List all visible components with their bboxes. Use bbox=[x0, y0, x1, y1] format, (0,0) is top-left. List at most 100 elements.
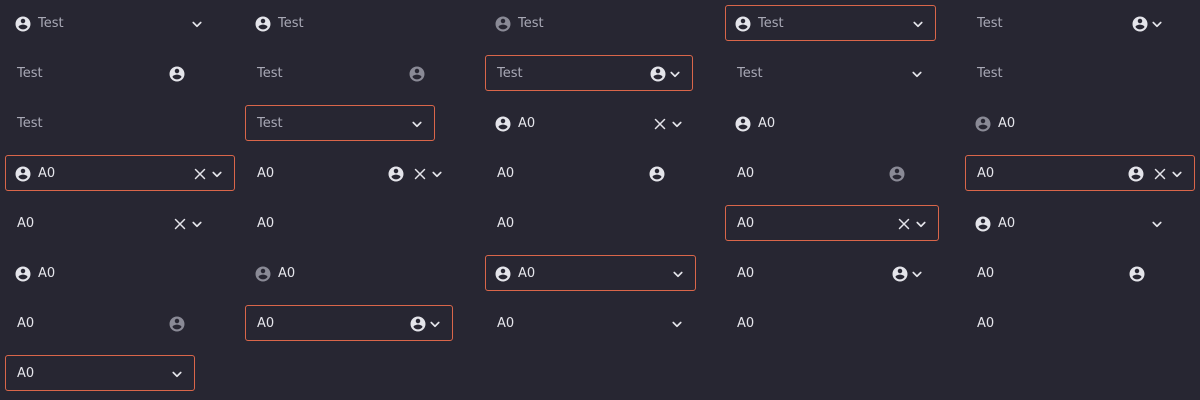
combobox-cell: A0 bbox=[480, 305, 710, 341]
combobox-placeholder: Test bbox=[737, 66, 763, 81]
close-icon[interactable] bbox=[191, 165, 209, 183]
combobox-value: A0 bbox=[998, 116, 1016, 131]
combobox-field-focused[interactable]: A0 bbox=[5, 155, 235, 191]
chevron-down-icon[interactable] bbox=[909, 15, 927, 33]
chevron-down-icon[interactable] bbox=[208, 165, 226, 183]
chevron-down-icon[interactable] bbox=[426, 315, 444, 333]
combobox-field-focused[interactable]: Test bbox=[485, 55, 693, 91]
combobox-value: A0 bbox=[497, 216, 515, 231]
chevron-down-icon[interactable] bbox=[168, 365, 186, 383]
combobox-field[interactable]: Test bbox=[5, 105, 215, 141]
combobox-placeholder: Test bbox=[257, 66, 283, 81]
combobox-field-focused[interactable]: A0 bbox=[485, 255, 696, 291]
chevron-down-icon[interactable] bbox=[188, 15, 206, 33]
combobox-value: A0 bbox=[257, 216, 275, 231]
account-circle-icon bbox=[888, 165, 906, 183]
combobox-field[interactable]: A0 bbox=[725, 305, 935, 341]
chevron-down-icon[interactable] bbox=[668, 315, 686, 333]
combobox-field[interactable]: A0 bbox=[965, 305, 1175, 341]
combobox-cell: Test bbox=[0, 55, 230, 91]
combobox-field[interactable]: A0 bbox=[965, 255, 1175, 291]
combobox-placeholder: Test bbox=[977, 66, 1003, 81]
combobox-field[interactable]: A0 bbox=[245, 255, 455, 291]
close-icon[interactable] bbox=[1151, 165, 1169, 183]
combobox-cell: A0 bbox=[480, 155, 710, 191]
combobox-placeholder: Test bbox=[17, 116, 43, 131]
combobox-value: A0 bbox=[497, 166, 515, 181]
combobox-field[interactable]: A0 bbox=[725, 155, 935, 191]
chevron-down-icon[interactable] bbox=[1148, 15, 1166, 33]
combobox-field[interactable]: Test bbox=[245, 5, 455, 41]
chevron-down-icon[interactable] bbox=[908, 265, 926, 283]
combobox-field[interactable]: Test bbox=[485, 5, 695, 41]
combobox-field[interactable]: Test bbox=[965, 55, 1175, 91]
chevron-down-icon[interactable] bbox=[912, 215, 930, 233]
combobox-value: A0 bbox=[257, 166, 275, 181]
combobox-field-focused[interactable]: Test bbox=[245, 105, 435, 141]
chevron-down-icon[interactable] bbox=[1168, 165, 1186, 183]
account-circle-icon bbox=[734, 115, 752, 133]
combobox-cell: Test bbox=[480, 5, 710, 41]
combobox-cell: A0 bbox=[720, 155, 950, 191]
combobox-cell: Test bbox=[720, 55, 950, 91]
combobox-value: A0 bbox=[758, 116, 776, 131]
combobox-field[interactable]: Test bbox=[5, 55, 215, 91]
account-circle-icon bbox=[387, 165, 405, 183]
chevron-down-icon[interactable] bbox=[669, 265, 687, 283]
combobox-cell: Test bbox=[240, 105, 470, 141]
chevron-down-icon[interactable] bbox=[408, 115, 426, 133]
combobox-field[interactable]: A0 bbox=[5, 205, 215, 241]
combobox-cell: A0 bbox=[960, 105, 1190, 141]
combobox-field-focused[interactable]: A0 bbox=[725, 205, 939, 241]
close-icon[interactable] bbox=[171, 215, 189, 233]
close-icon[interactable] bbox=[651, 115, 669, 133]
combobox-field-focused[interactable]: A0 bbox=[965, 155, 1195, 191]
combobox-cell: A0 bbox=[0, 305, 230, 341]
combobox-placeholder: Test bbox=[518, 16, 544, 31]
combobox-field[interactable]: A0 bbox=[965, 205, 1175, 241]
combobox-field-focused[interactable]: A0 bbox=[5, 355, 195, 391]
combobox-field[interactable]: A0 bbox=[485, 305, 695, 341]
combobox-value: A0 bbox=[977, 166, 995, 181]
combobox-field[interactable]: A0 bbox=[965, 105, 1175, 141]
combobox-field[interactable]: A0 bbox=[485, 105, 695, 141]
combobox-field-focused[interactable]: Test bbox=[725, 5, 936, 41]
combobox-field[interactable]: Test bbox=[5, 5, 215, 41]
account-circle-icon bbox=[168, 315, 186, 333]
combobox-field[interactable]: A0 bbox=[725, 105, 935, 141]
combobox-field[interactable]: A0 bbox=[485, 155, 695, 191]
combobox-value: A0 bbox=[17, 366, 35, 381]
combobox-field-focused[interactable]: A0 bbox=[245, 305, 453, 341]
close-icon[interactable] bbox=[411, 165, 429, 183]
chevron-down-icon[interactable] bbox=[188, 215, 206, 233]
combobox-field[interactable]: Test bbox=[725, 55, 935, 91]
combobox-cell: Test bbox=[960, 55, 1190, 91]
account-circle-icon bbox=[254, 265, 272, 283]
chevron-down-icon[interactable] bbox=[666, 65, 684, 83]
combobox-field[interactable]: A0 bbox=[245, 205, 455, 241]
account-circle-icon bbox=[14, 265, 32, 283]
account-circle-icon bbox=[974, 115, 992, 133]
combobox-value: A0 bbox=[497, 316, 515, 331]
combobox-value: A0 bbox=[38, 166, 56, 181]
combobox-field[interactable]: A0 bbox=[485, 205, 695, 241]
combobox-value: A0 bbox=[977, 316, 995, 331]
combobox-field[interactable]: Test bbox=[245, 55, 455, 91]
chevron-down-icon[interactable] bbox=[668, 115, 686, 133]
combobox-field[interactable]: Test bbox=[965, 5, 1175, 41]
combobox-cell: A0 bbox=[960, 255, 1190, 291]
combobox-value: A0 bbox=[737, 316, 755, 331]
combobox-cell: A0 bbox=[0, 205, 230, 241]
combobox-field[interactable]: A0 bbox=[725, 255, 935, 291]
combobox-field[interactable]: A0 bbox=[5, 305, 215, 341]
chevron-down-icon[interactable] bbox=[428, 165, 446, 183]
combobox-field[interactable]: A0 bbox=[5, 255, 215, 291]
combobox-value: A0 bbox=[278, 266, 296, 281]
combobox-cell: Test bbox=[720, 5, 950, 41]
close-icon[interactable] bbox=[895, 215, 913, 233]
combobox-value: A0 bbox=[257, 316, 275, 331]
chevron-down-icon[interactable] bbox=[1148, 215, 1166, 233]
chevron-down-icon[interactable] bbox=[908, 65, 926, 83]
account-circle-icon bbox=[14, 165, 32, 183]
combobox-field[interactable]: A0 bbox=[245, 155, 455, 191]
